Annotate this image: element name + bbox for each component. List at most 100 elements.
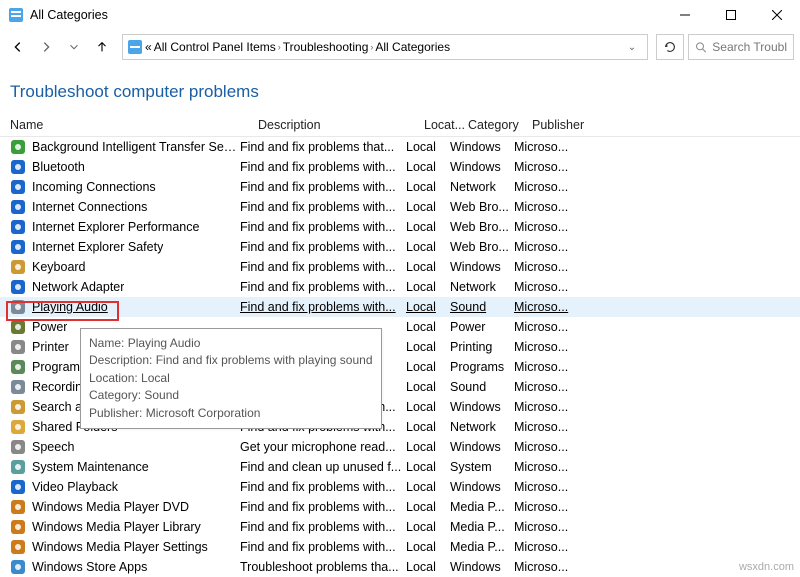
row-location: Local	[404, 360, 448, 374]
minimize-button[interactable]	[662, 0, 708, 30]
row-category: Media P...	[448, 520, 512, 534]
breadcrumb-prefix[interactable]: «	[145, 40, 152, 54]
row-name: Printer	[30, 340, 69, 354]
table-row[interactable]: Video Playback Find and fix problems wit…	[0, 477, 800, 497]
row-name: Speech	[30, 440, 74, 454]
row-category: Power	[448, 320, 512, 334]
program-icon	[10, 359, 26, 375]
table-row[interactable]: Windows Media Player Settings Find and f…	[0, 537, 800, 557]
row-name: Windows Media Player Settings	[30, 540, 208, 554]
row-description: Find and fix problems with...	[238, 200, 404, 214]
close-button[interactable]	[754, 0, 800, 30]
breadcrumb-item[interactable]: All Categories	[375, 40, 450, 54]
row-publisher: Microso...	[512, 200, 570, 214]
row-category: Web Bro...	[448, 200, 512, 214]
row-name-cell: Incoming Connections	[0, 179, 238, 195]
table-row[interactable]: Windows Media Player DVD Find and fix pr…	[0, 497, 800, 517]
table-row[interactable]: Playing Audio Find and fix problems with…	[0, 297, 800, 317]
row-publisher: Microso...	[512, 340, 570, 354]
refresh-button[interactable]	[656, 34, 684, 60]
row-publisher: Microso...	[512, 540, 570, 554]
row-name: System Maintenance	[30, 460, 149, 474]
row-name-cell: Bluetooth	[0, 159, 238, 175]
row-name-cell: Windows Media Player Settings	[0, 539, 238, 555]
row-name: Windows Media Player Library	[30, 520, 201, 534]
tooltip: Name: Playing Audio Description: Find an…	[80, 328, 382, 429]
table-row[interactable]: Incoming Connections Find and fix proble…	[0, 177, 800, 197]
keyboard-icon	[10, 259, 26, 275]
network-icon	[10, 279, 26, 295]
row-category: Web Bro...	[448, 220, 512, 234]
row-publisher: Microso...	[512, 220, 570, 234]
row-description: Find and fix problems that...	[238, 140, 404, 154]
row-category: Web Bro...	[448, 240, 512, 254]
row-publisher: Microso...	[512, 260, 570, 274]
row-location: Local	[404, 480, 448, 494]
row-location: Local	[404, 280, 448, 294]
row-location: Local	[404, 420, 448, 434]
row-category: Sound	[448, 300, 512, 314]
row-location: Local	[404, 240, 448, 254]
row-name-cell: Windows Media Player DVD	[0, 499, 238, 515]
printer-icon	[10, 339, 26, 355]
forward-button[interactable]	[34, 35, 58, 59]
recent-dropdown[interactable]	[62, 35, 86, 59]
row-location: Local	[404, 220, 448, 234]
row-location: Local	[404, 160, 448, 174]
row-name: Video Playback	[30, 480, 118, 494]
breadcrumb-dropdown[interactable]: ⌄	[625, 42, 643, 53]
row-publisher: Microso...	[512, 480, 570, 494]
row-name: Windows Store Apps	[30, 560, 147, 574]
table-row[interactable]: Internet Explorer Performance Find and f…	[0, 217, 800, 237]
maximize-button[interactable]	[708, 0, 754, 30]
search-input[interactable]: Search Troubl	[688, 34, 794, 60]
breadcrumb[interactable]: « All Control Panel Items › Troubleshoot…	[122, 34, 648, 60]
video-icon	[10, 479, 26, 495]
row-publisher: Microso...	[512, 240, 570, 254]
row-publisher: Microso...	[512, 440, 570, 454]
row-name: Background Intelligent Transfer Service	[30, 140, 238, 154]
row-location: Local	[404, 520, 448, 534]
row-name: Incoming Connections	[30, 180, 156, 194]
back-button[interactable]	[6, 35, 30, 59]
table-row[interactable]: Internet Explorer Safety Find and fix pr…	[0, 237, 800, 257]
column-header-location[interactable]: Locat...	[414, 118, 458, 132]
up-button[interactable]	[90, 35, 114, 59]
row-description: Find and fix problems with...	[238, 180, 404, 194]
breadcrumb-item[interactable]: All Control Panel Items	[154, 40, 276, 54]
table-row[interactable]: Windows Media Player Library Find and fi…	[0, 517, 800, 537]
column-header-description[interactable]: Description	[248, 118, 414, 132]
navbar: « All Control Panel Items › Troubleshoot…	[0, 30, 800, 64]
row-name-cell: Windows Store Apps	[0, 559, 238, 575]
row-location: Local	[404, 380, 448, 394]
row-location: Local	[404, 560, 448, 574]
breadcrumb-icon	[127, 39, 143, 55]
table-row[interactable]: Keyboard Find and fix problems with... L…	[0, 257, 800, 277]
audio-icon	[10, 379, 26, 395]
table-row[interactable]: Speech Get your microphone read... Local…	[0, 437, 800, 457]
row-location: Local	[404, 140, 448, 154]
table-row[interactable]: Network Adapter Find and fix problems wi…	[0, 277, 800, 297]
row-category: Windows	[448, 480, 512, 494]
table-row[interactable]: System Maintenance Find and clean up unu…	[0, 457, 800, 477]
internet-icon	[10, 219, 26, 235]
folder-icon	[10, 419, 26, 435]
column-header-publisher[interactable]: Publisher	[522, 118, 580, 132]
column-headers: Name Description Locat... Category Publi…	[0, 114, 800, 137]
row-publisher: Microso...	[512, 500, 570, 514]
table-row[interactable]: Internet Connections Find and fix proble…	[0, 197, 800, 217]
transfer-icon	[10, 139, 26, 155]
table-row[interactable]: Background Intelligent Transfer Service …	[0, 137, 800, 157]
breadcrumb-item[interactable]: Troubleshooting	[283, 40, 369, 54]
row-name: Playing Audio	[30, 300, 108, 314]
row-name-cell: Internet Explorer Safety	[0, 239, 238, 255]
column-header-category[interactable]: Category	[458, 118, 522, 132]
search-placeholder: Search Troubl	[712, 40, 787, 54]
table-row[interactable]: Windows Store Apps Troubleshoot problems…	[0, 557, 800, 577]
column-header-name[interactable]: Name	[0, 118, 248, 132]
row-description: Find and fix problems with...	[238, 260, 404, 274]
row-publisher: Microso...	[512, 560, 570, 574]
media-icon	[10, 539, 26, 555]
table-row[interactable]: Bluetooth Find and fix problems with... …	[0, 157, 800, 177]
row-category: Windows	[448, 560, 512, 574]
